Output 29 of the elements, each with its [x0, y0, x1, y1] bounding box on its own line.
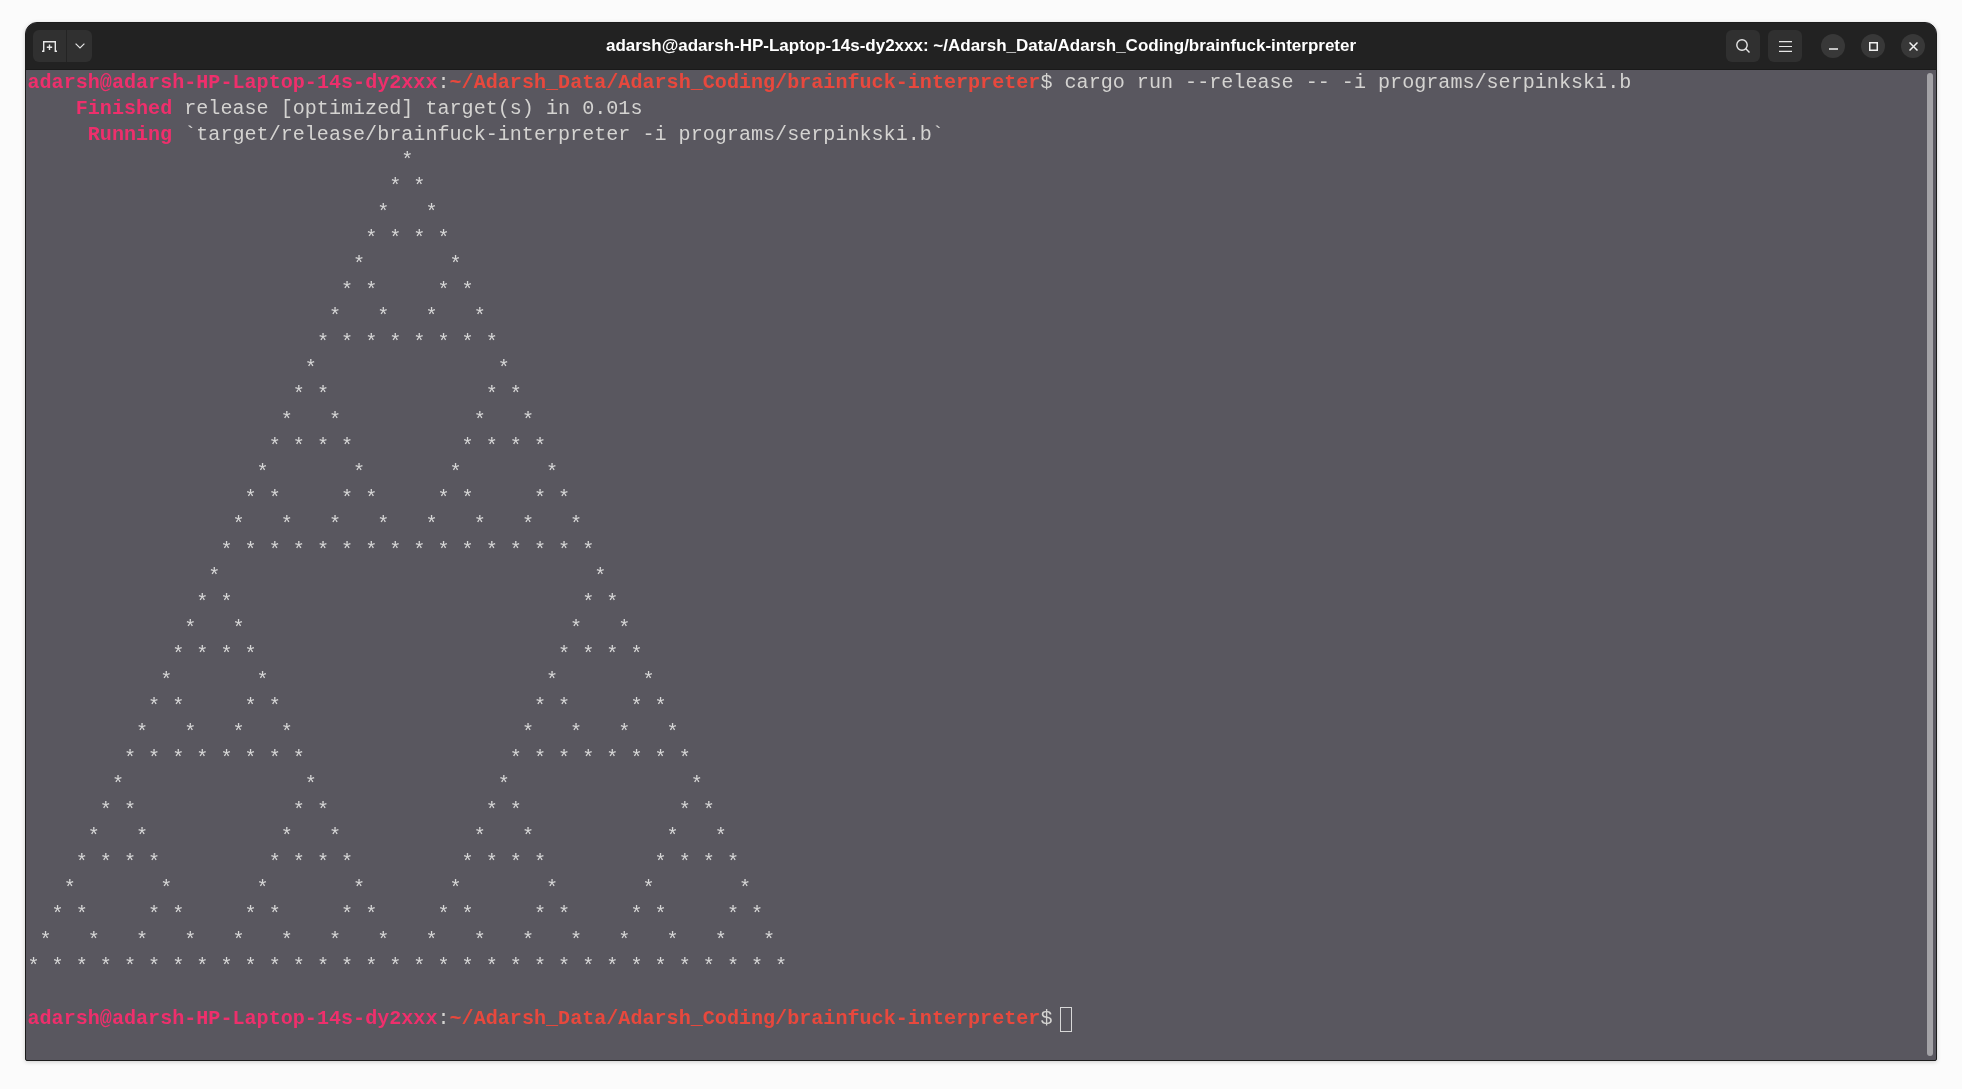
program-output: * * * * * * * * * * * * * * * * * * * * * * * * * * * * * * * * * * * * * * * * * * * * * * * * * * * * * * * * * * * * * * * * * * * * * * * * * * * * * * * * * * * * * * * * * * * * * * * * * * * * * * * * * * * * * * * * * * * * * * * * * * * * * * * * * * * * * * * * * * * * * * * * * * * * * * * * * * * * * * * * * * * * * * * * * * * * * * * * * * * * * * * * * * * * * * * * * * * * * * * * * * * * * * * * * * * * * * * * * * * * * * * * * * * * * * * * * * * * * * * * * * * — [27, 148, 788, 980]
minimize-icon — [1828, 48, 1838, 50]
prompt-path: ~/Adarsh_Data/Adarsh_Coding/brainfuck-interpreter — [449, 70, 1041, 96]
close-icon — [1908, 41, 1918, 51]
prompt-user-host: adarsh@adarsh-HP-Laptop-14s-dy2xxx — [27, 1006, 438, 1032]
command-text: cargo run --release -- -i programs/serpinkski.b — [1064, 70, 1632, 96]
prompt-separator: : — [437, 70, 450, 96]
window-title: adarsh@adarsh-HP-Laptop-14s-dy2xxx: ~/Adarsh_Data/Adarsh_Coding/brainfuck-interpreter — [605, 36, 1357, 56]
status-text: `target/release/brainfuck-interpreter -i programs/serpinkski.b` — [184, 122, 944, 148]
prompt-separator: : — [437, 1006, 450, 1032]
prompt-user-host: adarsh@adarsh-HP-Laptop-14s-dy2xxx — [27, 70, 438, 96]
status-label: Running — [87, 122, 173, 148]
status-text: release [optimized] target(s) in 0.01s — [184, 96, 643, 122]
close-button[interactable] — [1901, 34, 1925, 58]
tab-plus-icon — [42, 40, 57, 52]
minimize-button[interactable] — [1821, 34, 1845, 58]
prompt-symbol: $ — [1040, 70, 1053, 96]
search-icon — [1736, 39, 1750, 53]
maximize-icon — [1868, 41, 1878, 51]
chevron-down-icon — [74, 43, 85, 49]
status-label: Finished — [75, 96, 173, 122]
prompt-path: ~/Adarsh_Data/Adarsh_Coding/brainfuck-interpreter — [449, 1006, 1041, 1032]
menu-icon — [1778, 40, 1792, 52]
menu-button[interactable] — [1768, 30, 1802, 62]
search-button[interactable] — [1726, 30, 1760, 62]
maximize-button[interactable] — [1861, 34, 1885, 58]
new-tab-button[interactable] — [33, 30, 67, 62]
scrollbar[interactable] — [1927, 73, 1933, 1056]
prompt-symbol: $ — [1040, 1006, 1053, 1032]
